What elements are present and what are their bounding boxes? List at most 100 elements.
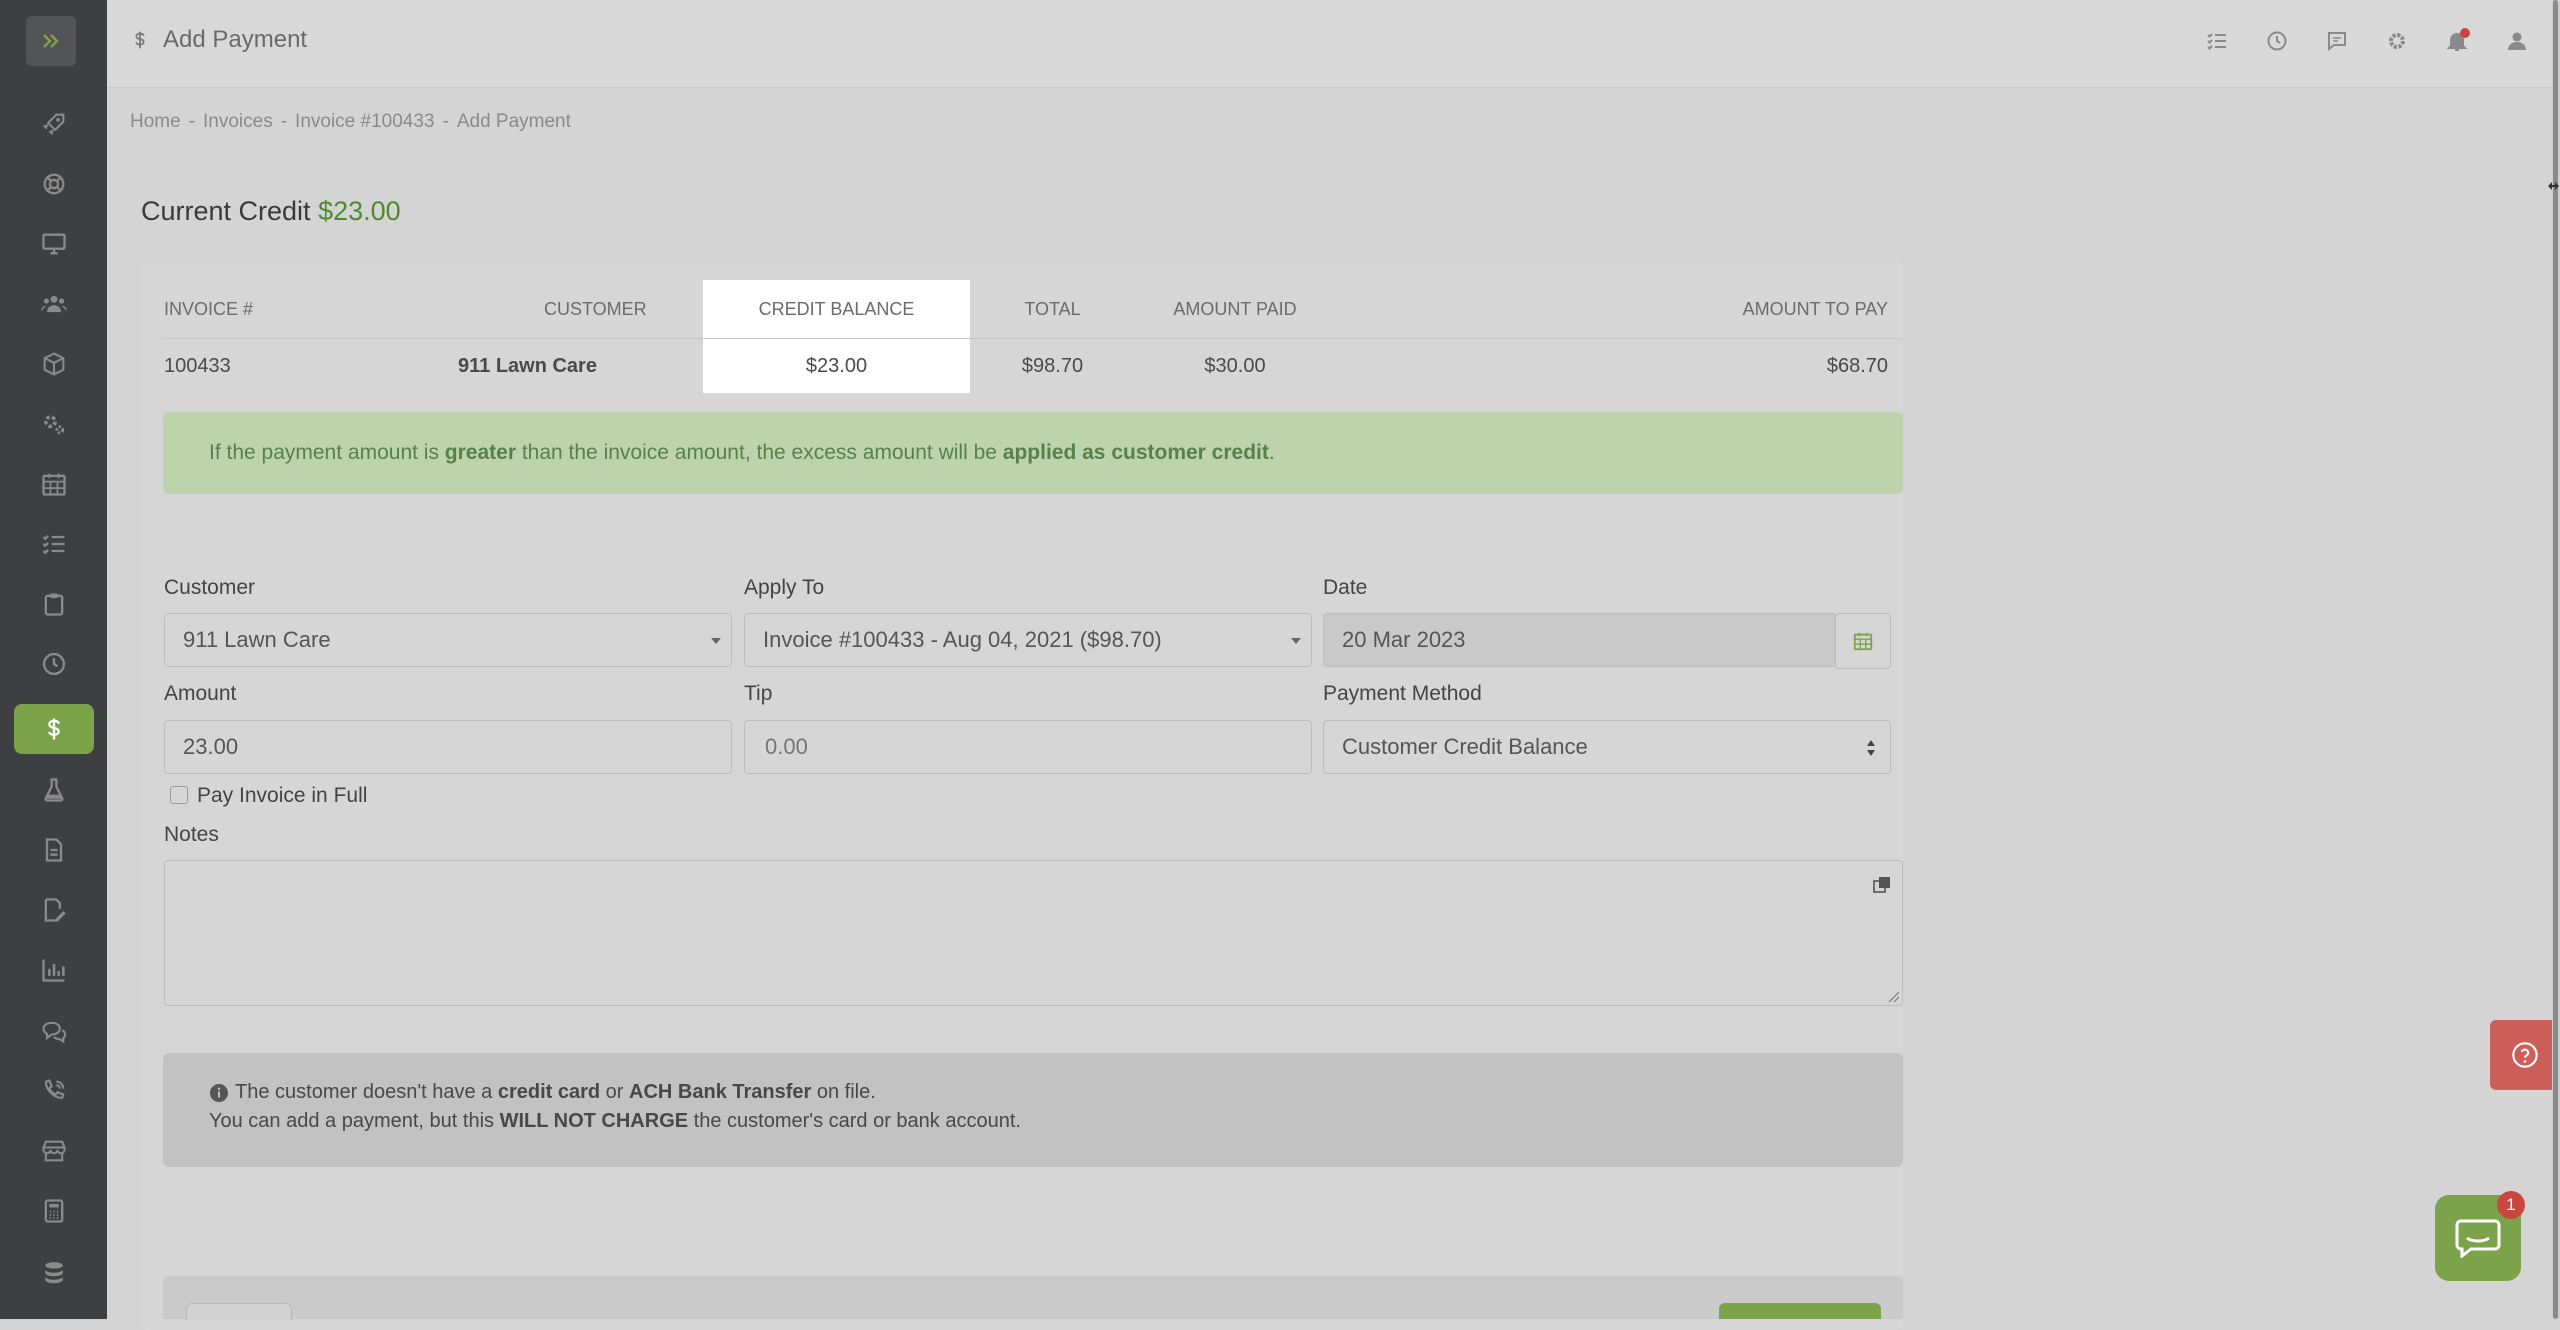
sidebar-item-estimates[interactable] bbox=[0, 1181, 107, 1241]
page-header-title: Add Payment bbox=[163, 26, 308, 53]
alert-text-bold: applied as customer credit bbox=[1002, 441, 1269, 464]
alert-text-part: or bbox=[600, 1081, 630, 1103]
message-icon bbox=[2328, 32, 2346, 52]
resize-handle-icon[interactable] bbox=[1886, 989, 1900, 1003]
clipboard-icon bbox=[44, 593, 63, 616]
alert-line-2: You can add a payment, but this WILL NOT… bbox=[209, 1110, 1021, 1133]
alert-text-part: The customer doesn't have a bbox=[235, 1081, 498, 1103]
alert-text-bold: ACH Bank Transfer bbox=[629, 1081, 812, 1103]
col-customer: CUSTOMER bbox=[543, 280, 703, 339]
profile-button[interactable] bbox=[2502, 26, 2532, 56]
sidebar-item-jobs[interactable] bbox=[0, 574, 107, 634]
tip-label: Tip bbox=[744, 682, 773, 705]
cancel-button[interactable] bbox=[186, 1303, 292, 1320]
help-button[interactable] bbox=[2490, 1020, 2560, 1090]
alert-text-bold: WILL NOT CHARGE bbox=[499, 1110, 689, 1132]
sidebar-item-messages[interactable] bbox=[0, 1001, 107, 1061]
sidebar-item-inventory[interactable] bbox=[0, 334, 107, 394]
cell-amount-paid: $30.00 bbox=[1204, 354, 1266, 377]
col-total: TOTAL bbox=[970, 280, 1135, 339]
tasks-button[interactable] bbox=[2202, 26, 2232, 56]
dollar-icon bbox=[47, 718, 60, 740]
expand-icon[interactable] bbox=[1872, 875, 1892, 895]
pay-in-full-label[interactable]: Pay Invoice in Full bbox=[197, 784, 367, 808]
sidebar-item-documents[interactable] bbox=[0, 820, 107, 880]
settings-button[interactable] bbox=[2382, 26, 2412, 56]
chat-bubble-icon bbox=[2455, 1219, 2501, 1258]
payment-method-label: Payment Method bbox=[1323, 682, 1482, 705]
credit-info-alert: If the payment amount is greater than th… bbox=[163, 412, 1903, 494]
sidebar-item-lab[interactable] bbox=[0, 760, 107, 820]
sidebar-item-payments[interactable] bbox=[0, 699, 107, 759]
messages-button[interactable] bbox=[2322, 26, 2352, 56]
sidebar-item-calls[interactable] bbox=[0, 1061, 107, 1121]
payment-method-value: Customer Credit Balance bbox=[1342, 734, 1588, 759]
sidebar-toggle-button[interactable] bbox=[26, 16, 76, 66]
cell-total: $98.70 bbox=[1021, 354, 1084, 377]
tip-field[interactable] bbox=[744, 720, 1312, 774]
flask-icon bbox=[43, 778, 64, 802]
date-picker-button[interactable] bbox=[1835, 613, 1891, 669]
alert-text-part: than the invoice amount, the excess amou… bbox=[516, 441, 1003, 464]
save-payment-button[interactable] bbox=[1719, 1303, 1881, 1319]
tip-input[interactable] bbox=[763, 733, 1311, 761]
page-header: Add Payment bbox=[129, 26, 307, 54]
col-amount-paid: AMOUNT PAID bbox=[1135, 280, 1335, 339]
notes-label: Notes bbox=[164, 823, 219, 846]
date-input[interactable]: 20 Mar 2023 bbox=[1323, 613, 1837, 667]
sidebar-item-customers[interactable] bbox=[0, 274, 107, 334]
col-amount-to-pay: AMOUNT TO PAY bbox=[1335, 280, 1900, 339]
amount-label: Amount bbox=[164, 682, 237, 705]
sidebar-item-reports[interactable] bbox=[0, 940, 107, 1000]
caret-down-icon bbox=[1291, 638, 1301, 644]
caret-down-icon bbox=[711, 638, 721, 644]
sidebar-item-calendar[interactable] bbox=[0, 454, 107, 514]
rocket-icon bbox=[42, 113, 64, 136]
breadcrumb-home[interactable]: Home bbox=[130, 111, 181, 132]
scrollbar-thumb[interactable] bbox=[2553, 0, 2558, 1319]
question-icon bbox=[2512, 1042, 2538, 1068]
double-chevron-right-icon bbox=[43, 34, 59, 48]
sidebar-item-display[interactable] bbox=[0, 214, 107, 274]
sidebar-active-pill bbox=[13, 704, 94, 754]
sidebar-item-tasks[interactable] bbox=[0, 514, 107, 574]
pay-in-full-checkbox[interactable] bbox=[170, 786, 188, 804]
breadcrumb-invoice[interactable]: Invoice #100433 bbox=[295, 111, 434, 132]
calendar-icon bbox=[1853, 632, 1873, 651]
phone-icon bbox=[44, 1079, 65, 1100]
alert-text-part: You can add a payment, but this bbox=[209, 1110, 500, 1132]
chat-unread-badge: 1 bbox=[2497, 1191, 2525, 1219]
gear-icon bbox=[2389, 33, 2405, 49]
sidebar-item-database[interactable] bbox=[0, 1243, 107, 1303]
sidebar bbox=[0, 0, 107, 1319]
alert-text-part: the customer's card or bank account. bbox=[688, 1110, 1021, 1132]
top-icon-group bbox=[2202, 26, 2532, 56]
breadcrumb-current: Add Payment bbox=[456, 111, 571, 132]
amount-field[interactable]: 23.00 bbox=[164, 720, 732, 774]
sidebar-item-timesheets[interactable] bbox=[0, 634, 107, 694]
sidebar-item-support[interactable] bbox=[0, 154, 107, 214]
gears-icon bbox=[43, 415, 64, 435]
sidebar-item-contracts[interactable] bbox=[0, 880, 107, 940]
apply-to-select[interactable]: Invoice #100433 - Aug 04, 2021 ($98.70) bbox=[744, 613, 1312, 667]
alert-text-part: . bbox=[1268, 441, 1275, 464]
sidebar-item-settings[interactable] bbox=[0, 394, 107, 454]
history-button[interactable] bbox=[2262, 26, 2292, 56]
credit-info-text: If the payment amount is greater than th… bbox=[209, 441, 1275, 465]
customer-select[interactable]: 911 Lawn Care bbox=[164, 613, 732, 667]
alert-text-part: If the payment amount is bbox=[209, 441, 445, 464]
payment-method-select[interactable]: Customer Credit Balance bbox=[1323, 720, 1891, 774]
users-icon bbox=[40, 295, 67, 313]
apply-to-select-value: Invoice #100433 - Aug 04, 2021 ($98.70) bbox=[763, 627, 1162, 652]
sidebar-item-store[interactable] bbox=[0, 1121, 107, 1181]
alert-text-bold: credit card bbox=[497, 1081, 601, 1103]
alert-line-1: The customer doesn't have a credit card … bbox=[209, 1081, 876, 1104]
breadcrumb-invoices[interactable]: Invoices bbox=[203, 111, 273, 132]
clock-icon bbox=[42, 652, 65, 676]
sidebar-item-dashboard[interactable] bbox=[0, 94, 107, 154]
amount-field-value: 23.00 bbox=[183, 734, 239, 759]
current-credit-amount: $23.00 bbox=[318, 196, 401, 226]
notes-textarea[interactable] bbox=[164, 860, 1903, 1006]
checklist-icon bbox=[42, 535, 64, 555]
notifications-button[interactable] bbox=[2442, 26, 2472, 56]
